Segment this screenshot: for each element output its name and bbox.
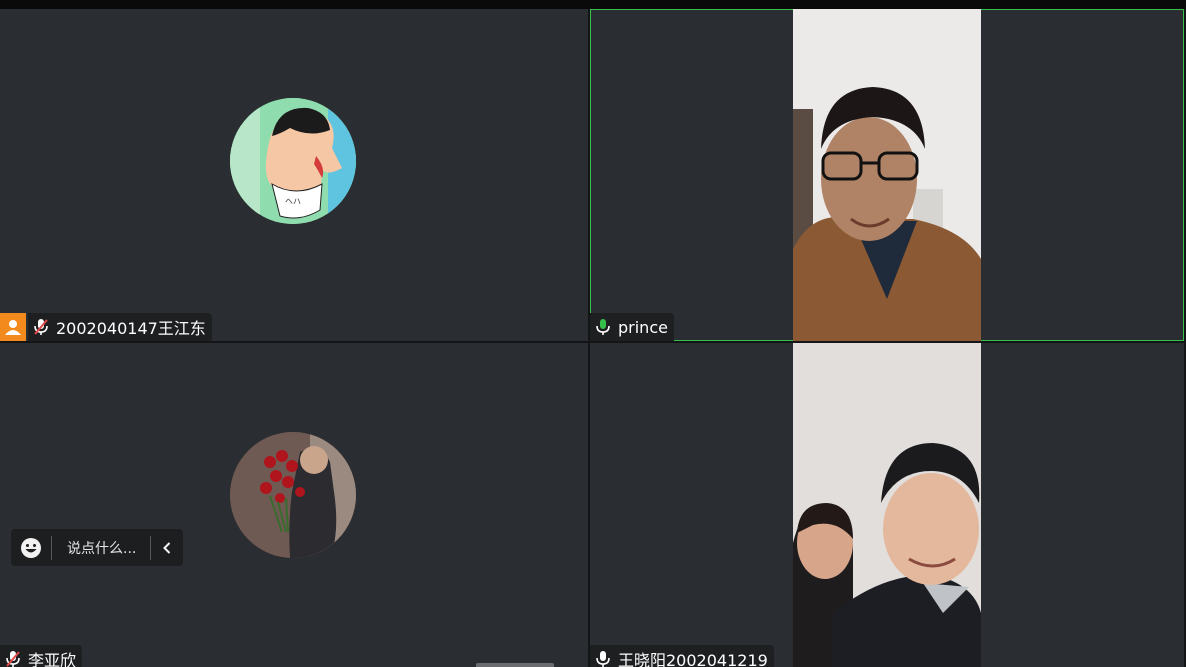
- mic-muted-icon: [34, 319, 48, 335]
- host-user-icon: [5, 320, 21, 335]
- participant-tile-1[interactable]: ヘハ 2002040147王江东: [0, 9, 588, 341]
- emoji-button[interactable]: [11, 529, 51, 566]
- participant-name: 王晓阳2002041219: [618, 651, 768, 667]
- collapse-chat-button[interactable]: [151, 529, 183, 566]
- window-top-bar: [0, 0, 1186, 9]
- video-grid: ヘハ 2002040147王江东 prince 李亚欣 王晓阳200204121…: [0, 9, 1186, 667]
- mic-muted-icon: [6, 651, 20, 667]
- participant-name-tag: 王晓阳2002041219: [590, 645, 774, 667]
- participant-name: prince: [618, 317, 668, 337]
- host-badge: [0, 313, 26, 341]
- participant-tile-3[interactable]: 李亚欣: [0, 343, 588, 667]
- participant-tile-4[interactable]: 王晓阳2002041219: [590, 343, 1184, 667]
- participant-avatar: ヘハ: [230, 98, 356, 224]
- participant-name-tag: 李亚欣: [0, 645, 83, 667]
- participant-name-tag: prince: [590, 313, 674, 341]
- participant-name-tag: 2002040147王江东: [28, 313, 212, 341]
- participant-tile-2[interactable]: prince: [590, 9, 1184, 341]
- chat-input-bar[interactable]: 说点什么...: [11, 529, 183, 566]
- participant-video-feed: [793, 343, 981, 667]
- participant-avatar: [230, 432, 356, 558]
- toolbar-handle[interactable]: [476, 663, 554, 667]
- participant-video-feed: [793, 9, 981, 341]
- mic-active-icon: [596, 319, 610, 335]
- participant-name: 李亚欣: [28, 651, 77, 667]
- svg-text:ヘハ: ヘハ: [285, 197, 301, 206]
- smiley-icon: [21, 537, 41, 558]
- participant-name: 2002040147王江东: [56, 319, 206, 338]
- chevron-left-icon: [163, 541, 171, 554]
- chat-input[interactable]: 说点什么...: [52, 538, 150, 558]
- mic-active-icon: [596, 651, 610, 667]
